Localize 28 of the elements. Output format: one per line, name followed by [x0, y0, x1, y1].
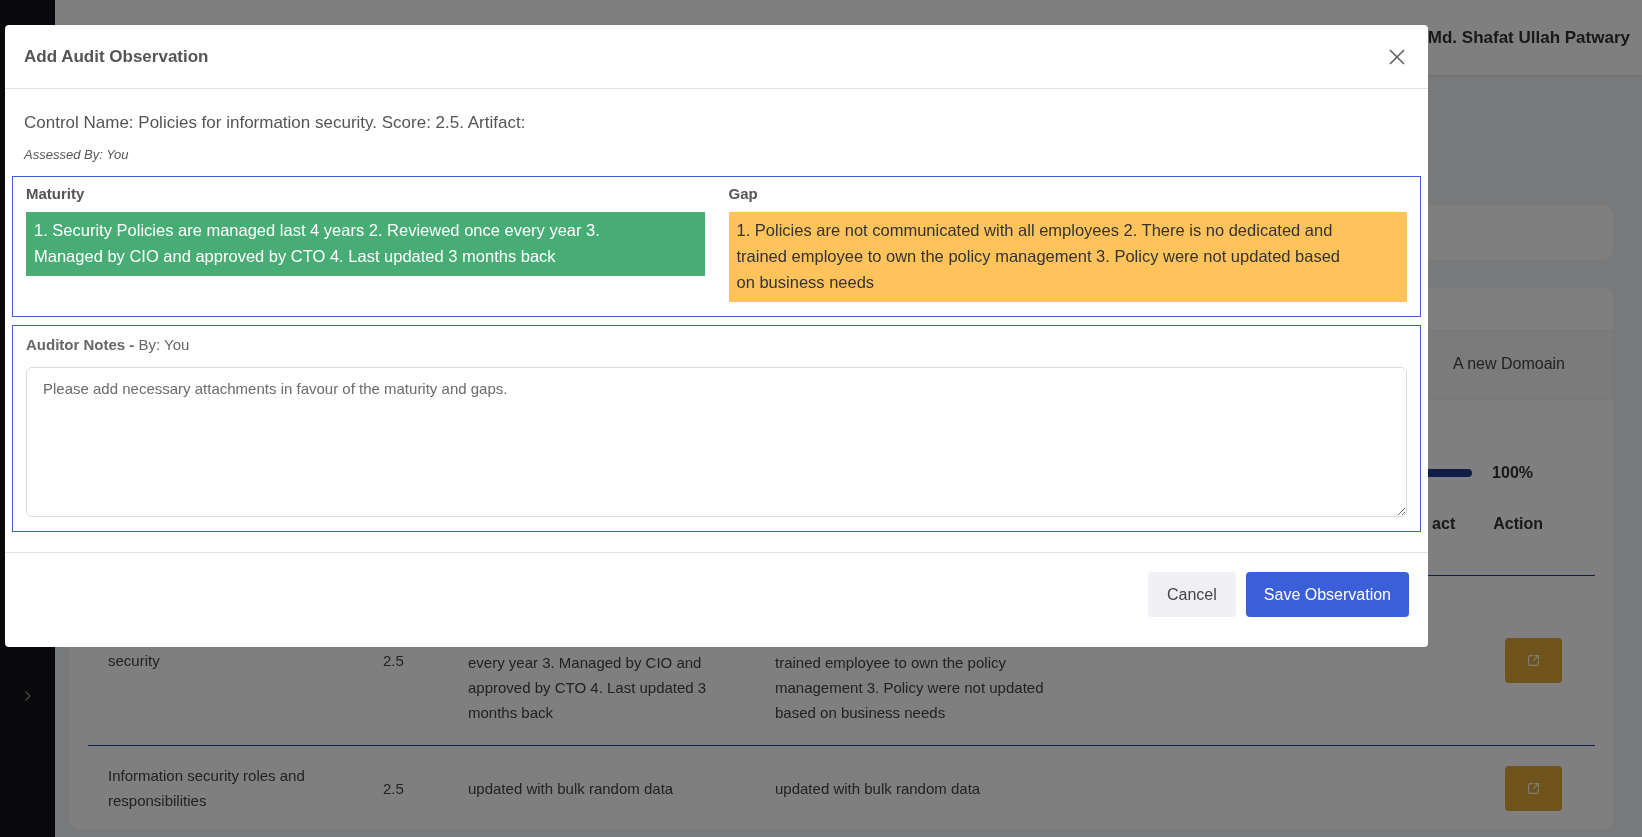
column-header: Action	[1493, 515, 1543, 534]
gap-text: 1. Policies are not communicated with all employees 2. There is no dedicated and trained employee to own the policy management 3. Policy were not updated based on business needs	[728, 212, 1407, 302]
cancel-button[interactable]: Cancel	[1148, 572, 1236, 617]
notes-label: Auditor Notes - By: You	[26, 336, 191, 353]
user-name[interactable]: Md. Shafat Ullah Patwary	[1427, 27, 1630, 48]
section-label: Maturity	[26, 185, 86, 202]
table-cell-text: every year 3. Managed by CIO and approved by CTO 4. Last updated 3 months back	[468, 653, 708, 723]
assessed-by: Assessed By: You	[22, 147, 130, 162]
column-header: act	[1432, 515, 1456, 534]
control-summary: Control Name: Policies for information security. Score: 2.5. Artifact:	[23, 113, 527, 133]
notes-field[interactable]: Please add necessary attachments in favour of the maturity and gaps.	[26, 367, 1407, 517]
save-button[interactable]: Save Observation	[1245, 572, 1409, 617]
edit-icon	[1527, 654, 1540, 667]
table-cell-text: Information security roles and responsibilities	[108, 766, 306, 811]
section-label: Gap	[728, 185, 759, 202]
table-cell-text: trained employee to own the policy management 3. Policy were not updated based on business needs	[775, 653, 1045, 723]
table-cell-text: 2.5	[383, 778, 405, 799]
table-cell-text: updated with bulk random data	[468, 778, 675, 799]
maturity-text: 1. Security Policies are managed last 4 years 2. Reviewed once every year 3. Managed by CIO and approved by CTO 4. Last updated 3 months back	[26, 212, 705, 276]
progress-reading: 100%	[1492, 464, 1533, 482]
edit-button[interactable]	[1505, 765, 1562, 811]
modal-title: Add Audit Observation	[24, 46, 209, 67]
table-cell-text: 2.5	[383, 651, 405, 671]
table-cell-text: updated with bulk random data	[775, 778, 982, 799]
table-cell-text: security	[108, 651, 161, 671]
edit-icon	[1527, 781, 1540, 795]
edit-button[interactable]	[1505, 638, 1562, 683]
tab[interactable]: A new Domoain	[1440, 347, 1577, 383]
